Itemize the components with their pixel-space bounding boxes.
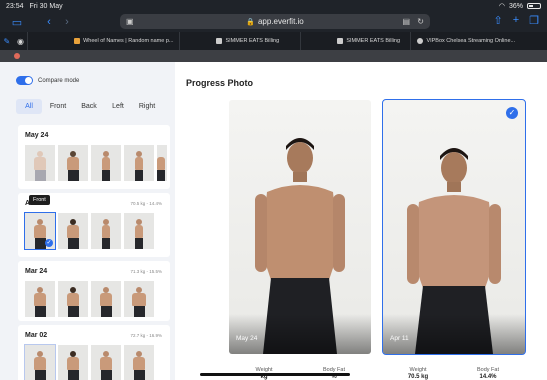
tab-simmer-eats-1[interactable]: SIMMER EATS Billing [179,32,300,50]
thumb-row [25,145,167,181]
tab-title: SIMMER EATS Billing [346,38,400,44]
tab-simmer-eats-2[interactable]: SIMMER EATS Billing [300,32,410,50]
photo-thumbnail[interactable] [91,145,121,181]
filter-all[interactable]: All [16,99,42,114]
reader-icon[interactable]: ▤ [402,17,410,26]
browser-toolbar: ▭ ‹ › ▣ 🔒 app.everfit.io ▤ ↻ ⇧ + ❐ [0,12,547,32]
photo-thumbnail[interactable] [25,145,55,181]
tab-title: SIMMER EATS Billing [225,38,280,44]
battery-percent: 36% [508,2,523,10]
view-filter-tabs: All Front Back Left Right [16,99,162,114]
chrome-icon[interactable]: ◉ [14,32,28,50]
sidebar-toggle-icon[interactable]: ▭ [8,14,26,30]
photo-date-label: Apr 11 [390,335,409,342]
photo-group-may24: May 24 [18,125,170,189]
check-icon: ✓ [45,239,53,247]
lock-icon: 🔒 [246,18,255,26]
status-bar: 23:54 Fri 30 May ◠ 36% [0,0,547,12]
tab-favicon [337,38,344,44]
photo-thumbnail[interactable] [124,281,154,317]
photo-thumbnail[interactable] [124,345,154,380]
filter-right[interactable]: Right [132,99,162,114]
extension-icon[interactable]: ✎ [0,32,14,50]
battery-icon [527,3,541,9]
progress-photo-right[interactable]: ✓ Apr 11 [382,99,526,355]
tab-wheel-of-names[interactable]: Wheel of Names | Random name p... [27,32,179,50]
bodyfat-value: 14.4% [479,374,497,380]
home-indicator[interactable] [200,373,350,376]
compare-mode[interactable]: Compare mode [16,76,79,85]
tooltip-front: Front [29,195,50,205]
group-date: Mar 24 [25,268,48,275]
tab-title: Wheel of Names | Random name p... [83,38,174,44]
tab-title: VIPBox Chelsea Streaming Online... [426,38,516,44]
tab-vipbox[interactable]: VIPBox Chelsea Streaming Online... [410,32,547,50]
status-time: 23:54 [6,2,24,10]
thumb-row: ✓ [24,212,154,250]
photo-thumbnail[interactable] [25,281,55,317]
compare-label: Compare mode [38,77,80,84]
tab-favicon [216,38,223,44]
thumb-row [24,344,154,380]
weight-stat: Weight 70.5 kg [383,367,453,380]
photo-thumbnail[interactable] [124,213,154,249]
weight-label: Weight [409,367,427,373]
photo-list-panel: Compare mode All Front Back Left Right M… [0,62,175,380]
photo-thumbnail[interactable] [91,213,121,249]
share-icon[interactable]: ⇧ [493,14,502,27]
bodyfat-label: Body Fat [476,367,499,373]
photo-thumbnail[interactable] [58,345,88,380]
photo-thumbnail[interactable] [58,213,88,249]
progress-photo-main: Progress Photo May 24 ✓ Apr 11 Weight kg… [175,62,547,380]
group-stats: 72.7 kg - 16.9% [130,333,162,338]
forward-icon[interactable]: › [58,14,76,30]
new-tab-icon[interactable]: + [513,14,519,27]
photo-right-stats: Weight 70.5 kg Body Fat 14.4% [383,367,523,380]
address-bar[interactable]: ▣ 🔒 app.everfit.io ▤ ↻ [120,14,430,29]
compare-toggle[interactable] [16,76,33,85]
group-date: Mar 02 [25,332,48,339]
photo-group-mar02: Mar 02 72.7 kg - 16.9% [18,325,170,380]
photo-gradient [383,314,525,354]
photo-group-mar24: Mar 24 71.3 kg - 15.5% [18,261,170,321]
toolbar-right: ⇧ + ❐ [493,14,539,27]
group-stats: 71.3 kg - 15.5% [130,269,162,274]
tab-overview-icon[interactable]: ▣ [126,17,134,26]
progress-photo-left[interactable]: May 24 [229,100,371,354]
selected-check-icon: ✓ [506,107,518,119]
app-header-dimmed [0,50,547,62]
back-icon[interactable]: ‹ [40,14,58,30]
status-date: Fri 30 May [29,2,63,10]
tab-bar: ✎ ◉ Wheel of Names | Random name p... SI… [0,32,547,50]
tab-favicon [74,38,81,44]
status-right: ◠ 36% [499,2,541,10]
group-stats: 70.5 kg - 14.4% [130,201,162,206]
photo-date-label: May 24 [236,335,258,342]
thumb-row [25,281,154,317]
group-date: May 24 [25,132,49,139]
photo-thumbnail[interactable] [124,145,154,181]
photo-thumbnail-selected[interactable]: ✓ [24,212,56,250]
tabs-icon[interactable]: ❐ [529,14,539,27]
photo-thumbnail[interactable] [24,344,56,380]
photo-thumbnail[interactable] [58,145,88,181]
photo-gradient [229,314,371,354]
photo-thumbnail[interactable] [91,345,121,380]
app-logo-icon [14,53,20,59]
filter-back[interactable]: Back [74,99,104,114]
page-title: Progress Photo [186,78,254,88]
bodyfat-stat: Body Fat 14.4% [453,367,523,380]
wifi-icon: ◠ [498,3,505,10]
photo-thumbnail[interactable] [91,281,121,317]
photo-thumbnail[interactable] [157,145,167,181]
url-text: app.everfit.io [257,17,304,26]
filter-left[interactable]: Left [104,99,132,114]
weight-value: 70.5 kg [407,374,429,380]
reload-icon[interactable]: ↻ [417,17,424,26]
photo-thumbnail[interactable] [58,281,88,317]
filter-front[interactable]: Front [42,99,74,114]
tab-favicon [417,38,424,44]
